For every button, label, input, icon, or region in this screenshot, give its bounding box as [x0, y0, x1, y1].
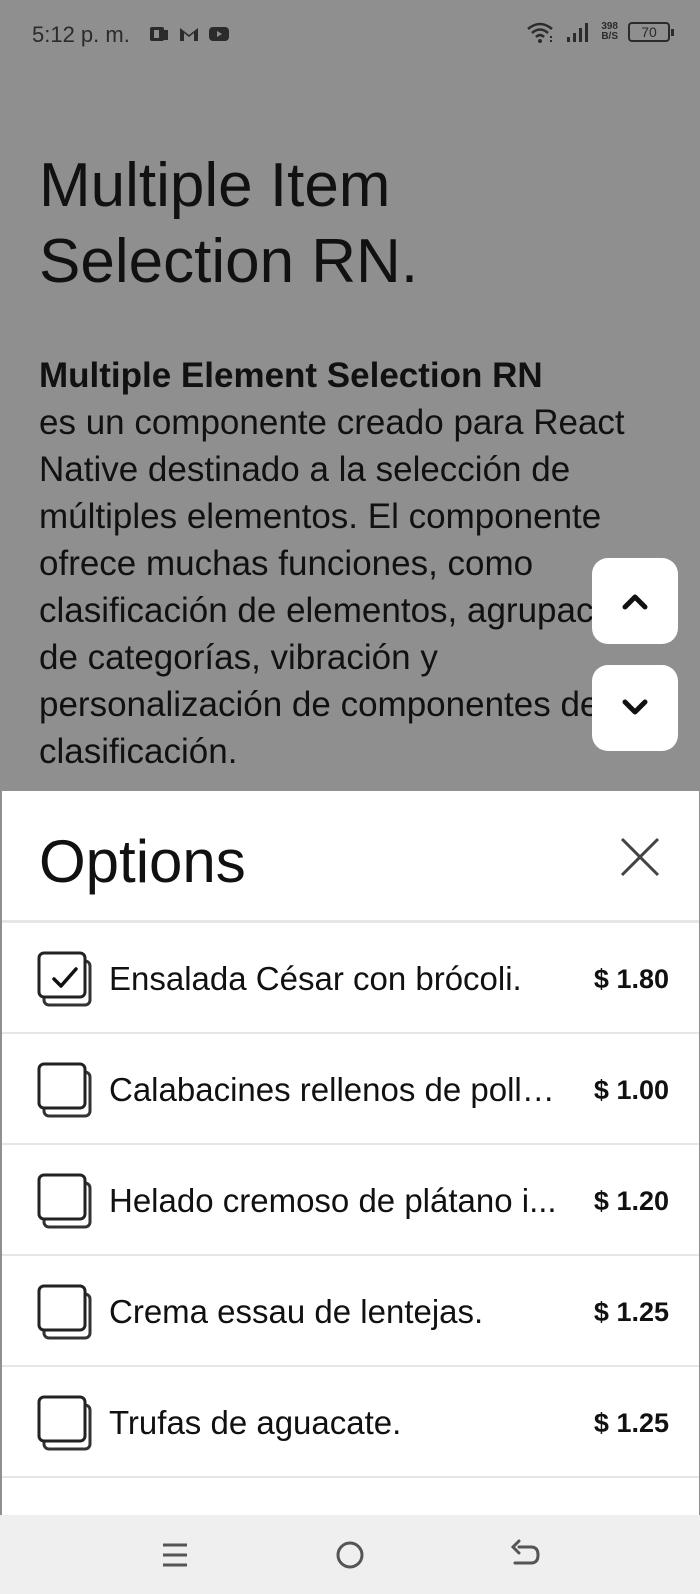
option-row[interactable]: Crema essau de lentejas. $ 1.25	[2, 1256, 699, 1367]
sheet-header: Options	[2, 791, 699, 923]
signal-icon	[567, 23, 589, 42]
navigation-bar	[0, 1515, 700, 1594]
option-label: Crema essau de lentejas.	[109, 1293, 484, 1330]
option-label: Ensalada César con brócoli.	[109, 960, 522, 997]
options-sheet: Options Ensalada César con brócoli. $ 1.8…	[2, 791, 699, 1515]
status-time: 5:12 p. m.	[32, 22, 130, 47]
option-price: $ 1.80	[593, 964, 669, 994]
gmail-icon	[180, 28, 198, 41]
back-icon[interactable]	[505, 1535, 545, 1575]
sheet-title: Options	[39, 828, 246, 895]
checkbox-checked-icon[interactable]	[36, 949, 96, 1009]
option-label: Calabacines rellenos de pollo con queso.	[109, 1071, 559, 1108]
status-bar: 5:12 p. m. 398 B/S 70	[0, 0, 700, 70]
battery-level: 70	[641, 24, 657, 40]
chevron-down-icon	[622, 699, 648, 715]
option-row[interactable]: Ensalada César con brócoli. $ 1.80	[2, 923, 699, 1034]
scroll-down-button[interactable]	[592, 665, 678, 751]
notification-icons	[148, 24, 230, 44]
status-right: 398 B/S 70	[525, 20, 674, 44]
battery-indicator: 70	[628, 22, 674, 42]
chevron-up-icon	[622, 594, 648, 610]
menu-icon[interactable]	[155, 1535, 195, 1575]
net-speed: 398 B/S	[601, 22, 618, 42]
close-icon[interactable]	[618, 835, 662, 879]
checkbox-icon[interactable]	[36, 1393, 96, 1453]
intro-text: es un componente creado para React Nativ…	[39, 403, 641, 771]
wifi-icon	[527, 22, 554, 43]
option-price: $ 1.25	[593, 1297, 669, 1327]
net-speed-unit: B/S	[601, 31, 618, 42]
scroll-up-button[interactable]	[592, 558, 678, 644]
option-price: $ 1.20	[593, 1186, 669, 1216]
option-row[interactable]: Calabacines rellenos de pollo con queso.…	[2, 1034, 699, 1145]
option-price: $ 1.00	[593, 1075, 669, 1105]
option-label: Helado cremoso de plátano i...	[109, 1182, 557, 1219]
options-list: Ensalada César con brócoli. $ 1.80 Calabac…	[2, 923, 699, 1478]
option-label: Trufas de aguacate.	[109, 1404, 402, 1441]
home-icon[interactable]	[330, 1535, 370, 1575]
checkbox-icon[interactable]	[36, 1171, 96, 1231]
option-price: $ 1.25	[593, 1408, 669, 1438]
reader-icon	[150, 27, 168, 41]
intro-bold: Multiple Element Selection RN	[39, 356, 543, 395]
intro-paragraph: Multiple Element Selection RN es un comp…	[39, 352, 649, 792]
option-row[interactable]: Trufas de aguacate. $ 1.25	[2, 1367, 699, 1478]
checkbox-icon[interactable]	[36, 1282, 96, 1342]
youtube-icon	[209, 27, 229, 41]
option-row[interactable]: Helado cremoso de plátano i... $ 1.20	[2, 1145, 699, 1256]
page-title: Multiple Item Selection RN.	[39, 151, 419, 296]
checkbox-icon[interactable]	[36, 1060, 96, 1120]
